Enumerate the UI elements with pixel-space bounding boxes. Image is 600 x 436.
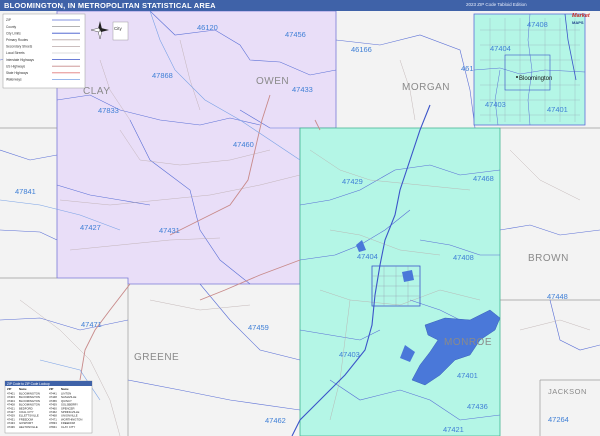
legend-row-label: ZIP <box>6 18 11 22</box>
zip-label-47431: 47431 <box>159 226 180 235</box>
legend-row-label: Secondary Streets <box>6 45 33 49</box>
zip-label-47403: 47403 <box>339 350 360 359</box>
zip-label-47471: 47471 <box>81 320 102 329</box>
zip-table-column-header: Name <box>19 387 27 391</box>
legend: ZIP County City Limits Primary Routes Second… <box>2 13 86 89</box>
zip-table-cell: CLAY CITY <box>61 425 75 429</box>
zip-label-47456: 47456 <box>285 30 306 39</box>
zip-label-47460: 47460 <box>233 140 254 149</box>
legend-row-label: US Highways <box>6 64 26 68</box>
inset-city-bloomington: Bloomington <box>519 76 552 82</box>
scale-label: City <box>114 26 122 31</box>
zip-label-47421: 47421 <box>443 425 464 434</box>
legend-row-label: Interstate Highways <box>6 58 34 62</box>
zip-table-column-header: ZIP <box>49 387 53 391</box>
zip-label-47427: 47427 <box>80 223 101 232</box>
legend-row-label: County <box>6 25 17 29</box>
zip-label-47408: 47408 <box>453 253 474 262</box>
zip-label-47841: 47841 <box>15 187 36 196</box>
edition-label: 2023 ZIP Code Tabloid Edition <box>466 2 527 7</box>
map-title: BLOOMINGTON, IN METROPOLITAN STATISTICAL… <box>4 1 216 10</box>
zip-label-47459: 47459 <box>248 323 269 332</box>
zip-label-47436: 47436 <box>467 402 488 411</box>
inset-zip-47408: 47408 <box>527 20 548 29</box>
zip-label-47833: 47833 <box>98 106 119 115</box>
legend-row-label: State Highways <box>6 71 29 75</box>
publisher-logo: Market MAPS <box>572 13 598 29</box>
legend-row-label: Local Streets <box>6 51 25 55</box>
logo-line-1: Market <box>572 13 590 19</box>
zip-label-47264: 47264 <box>548 415 569 424</box>
county-label-brown: BROWN <box>528 253 569 264</box>
inset-zip-47404: 47404 <box>490 44 511 53</box>
zip-label-47462: 47462 <box>265 416 286 425</box>
zip-table-title: ZIP Code to ZIP Code Lookup <box>7 382 50 386</box>
city-scale-marker: City <box>112 21 129 41</box>
county-label-morgan: MORGAN <box>402 82 450 93</box>
zip-table-cell: 47841 <box>49 425 57 429</box>
zip-label-47433: 47433 <box>292 85 313 94</box>
inset-zip-47401: 47401 <box>547 105 568 114</box>
map-canvas[interactable]: CLAY OWEN MORGAN BROWN GREENE MONROE JAC… <box>0 11 600 436</box>
zip-label-47404: 47404 <box>357 252 378 261</box>
inset-map[interactable]: 47408 47404 47403 47401 Bloomington <box>473 13 586 126</box>
city-lake <box>402 270 414 282</box>
legend-row-label: Primary Routes <box>6 38 28 42</box>
inset-zip-47403: 47403 <box>485 100 506 109</box>
zip-label-47429: 47429 <box>342 177 363 186</box>
zip-table-cell: 47436 <box>7 425 15 429</box>
zip-label-47468: 47468 <box>473 174 494 183</box>
county-label-greene: GREENE <box>134 352 179 363</box>
county-label-clay: CLAY <box>83 86 110 97</box>
county-label-owen: OWEN <box>256 76 289 87</box>
zip-label-47401: 47401 <box>457 371 478 380</box>
zip-label-47868: 47868 <box>152 71 173 80</box>
owen-county-area[interactable] <box>56 11 337 285</box>
legend-row-label: Waterways <box>6 78 22 82</box>
county-label-jackson: JACKSON <box>548 387 587 396</box>
legend-row-label: City Limits <box>6 31 21 35</box>
map-page: BLOOMINGTON, IN METROPOLITAN STATISTICAL… <box>0 0 600 436</box>
logo-line-2: MAPS <box>572 20 584 25</box>
zip-table-column-header: ZIP <box>7 387 11 391</box>
zip-table-column-header: Name <box>61 387 69 391</box>
zip-label-47448: 47448 <box>547 292 568 301</box>
title-bar: BLOOMINGTON, IN METROPOLITAN STATISTICAL… <box>0 0 600 11</box>
zip-lookup-table: ZIP Code to ZIP Code Lookup ZIP Name ZIP Na… <box>4 380 93 434</box>
zip-label-46120: 46120 <box>197 23 218 32</box>
county-label-monroe: MONROE <box>444 337 492 348</box>
zip-label-461: 461 <box>461 64 474 73</box>
zip-label-46166: 46166 <box>351 45 372 54</box>
zip-table-cell: HELTONVILLE <box>19 425 38 429</box>
